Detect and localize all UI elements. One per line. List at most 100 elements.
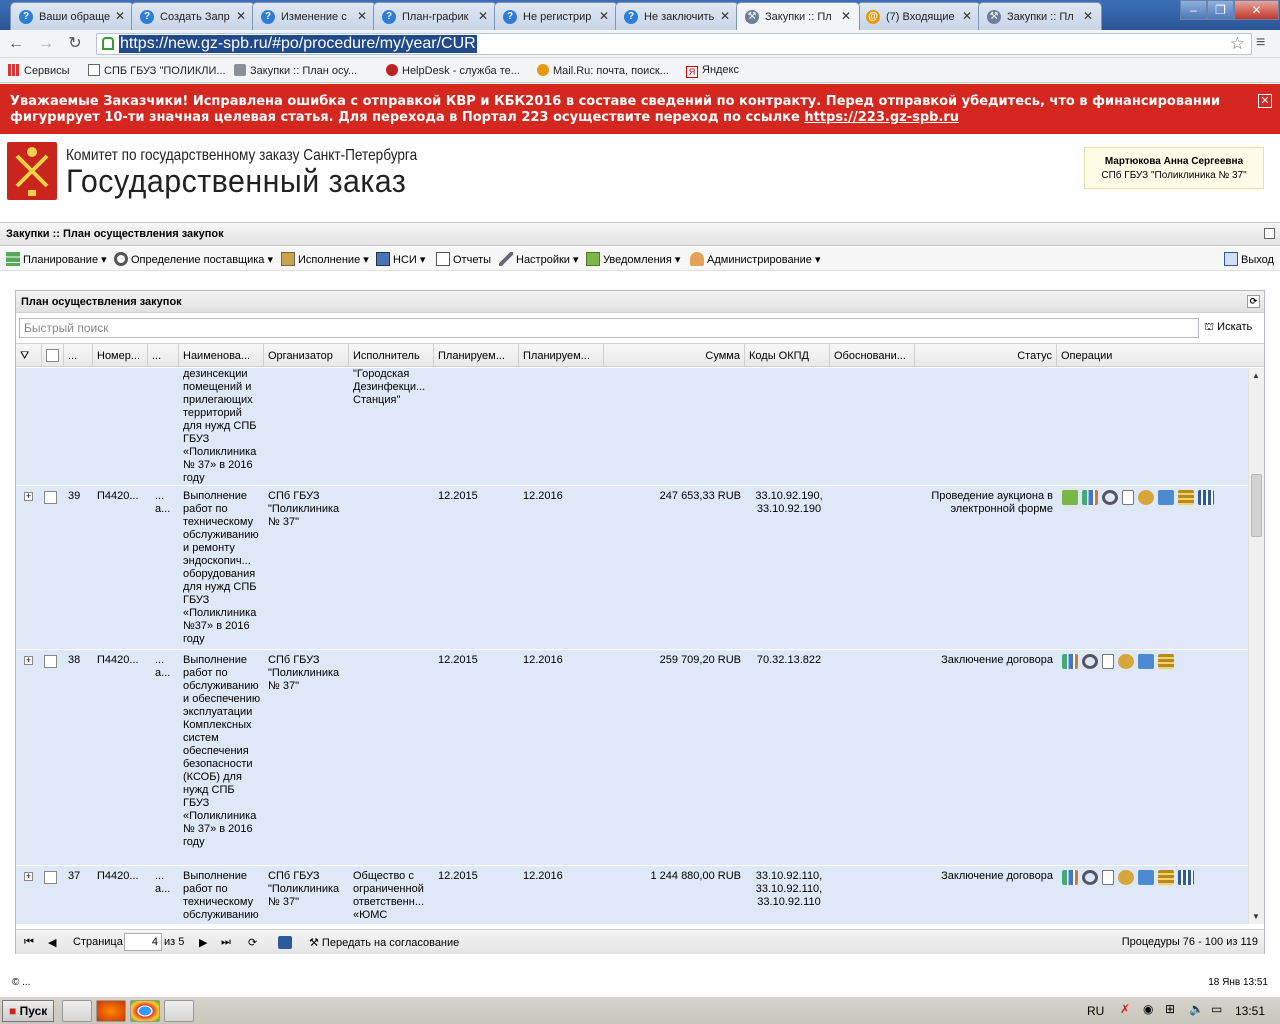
browser-tab[interactable]: ? Ваши обраще ✕	[10, 2, 134, 30]
document-icon[interactable]	[1122, 490, 1134, 505]
menu-nsi[interactable]: НСИ ▾	[376, 252, 425, 266]
close-tab-icon[interactable]: ✕	[357, 9, 367, 23]
close-banner-icon[interactable]: ✕	[1258, 94, 1272, 108]
gear-icon[interactable]	[1082, 654, 1098, 669]
chart-icon[interactable]	[1082, 490, 1098, 505]
save-icon[interactable]	[278, 936, 292, 949]
bookmark-item[interactable]: Я Яндекс	[686, 64, 739, 78]
menu-notifications[interactable]: Уведомления ▾	[586, 252, 680, 266]
column-header[interactable]: Организатор	[264, 344, 349, 367]
column-header[interactable]: Планируем...	[519, 344, 604, 367]
refresh-icon[interactable]: ⟳	[248, 936, 257, 949]
bookmark-item[interactable]: СПБ ГБУЗ "ПОЛИКЛИ...	[88, 64, 226, 77]
expand-row-icon[interactable]: +	[24, 656, 33, 665]
user-info-box[interactable]: Мартюкова Анна Сергеевна СПб ГБУЗ "Полик…	[1084, 147, 1264, 189]
scroll-down-icon[interactable]: ▼	[1252, 912, 1260, 921]
column-header[interactable]: Наименова...	[179, 344, 264, 367]
bookmark-item[interactable]: Закупки :: План осу...	[234, 64, 357, 77]
menu-planning[interactable]: Планирование ▾	[6, 252, 107, 266]
close-tab-icon[interactable]: ✕	[841, 9, 851, 23]
vertical-scrollbar[interactable]: ▲ ▼	[1248, 368, 1264, 924]
antivirus-icon[interactable]: ✗	[1120, 1002, 1130, 1016]
browser-tab[interactable]: ? Создать Запр ✕	[131, 2, 255, 30]
browser-tab-active[interactable]: ⚒ Закупки :: Пл ✕	[736, 2, 860, 30]
firefox-icon[interactable]	[96, 1000, 126, 1022]
column-header[interactable]: ...	[148, 344, 179, 367]
column-header[interactable]: Коды ОКПД	[745, 344, 830, 367]
clock[interactable]: 13:51	[1235, 1004, 1265, 1018]
table-row[interactable]: дезинсекции помещений и прилегающих терр…	[16, 368, 1248, 486]
logout-button[interactable]: Выход	[1224, 252, 1274, 266]
column-header[interactable]: Сумма	[604, 344, 745, 367]
first-page-icon[interactable]: ⏮	[24, 936, 34, 949]
document-icon[interactable]	[1102, 870, 1114, 885]
document-app-icon[interactable]	[164, 1000, 194, 1022]
search-button[interactable]: ⛫ Искать	[1204, 321, 1252, 335]
column-header[interactable]: Статус	[915, 344, 1057, 367]
url-text[interactable]: https://new.gz-spb.ru/#po/procedure/my/y…	[119, 35, 477, 53]
row-checkbox[interactable]	[44, 871, 57, 884]
archive-icon[interactable]	[1158, 870, 1174, 885]
emblem-icon[interactable]	[1138, 490, 1154, 505]
quick-search-input[interactable]: Быстрый поиск	[19, 318, 1199, 338]
close-tab-icon[interactable]: ✕	[1083, 9, 1093, 23]
archive-icon[interactable]	[1178, 490, 1194, 505]
browser-tab[interactable]: ? Не регистрир ✕	[494, 2, 618, 30]
chrome-icon[interactable]	[130, 1000, 160, 1022]
books-icon[interactable]	[1178, 870, 1194, 885]
monitor-icon[interactable]: ▭	[1211, 1002, 1222, 1016]
browser-tab[interactable]: ? Не заключить ✕	[615, 2, 739, 30]
table-row[interactable]: + 37 П4420... ... а... Выполнение работ п…	[16, 866, 1248, 924]
menu-supplier[interactable]: Определение поставщика ▾	[114, 252, 273, 266]
menu-admin[interactable]: Администрирование ▾	[690, 252, 820, 266]
archive-icon[interactable]	[1158, 654, 1174, 669]
books-icon[interactable]	[1198, 490, 1214, 505]
menu-settings[interactable]: Настройки ▾	[499, 252, 579, 266]
select-all-checkbox[interactable]	[46, 349, 59, 362]
collapse-icon[interactable]	[1264, 228, 1275, 239]
address-bar[interactable]: https://new.gz-spb.ru/#po/procedure/my/y…	[96, 33, 1252, 55]
save-doc-icon[interactable]	[1138, 654, 1154, 669]
chart-icon[interactable]	[1062, 870, 1078, 885]
column-header[interactable]: Обосновани...	[830, 344, 915, 367]
expand-row-icon[interactable]: +	[24, 492, 33, 501]
column-header[interactable]: Номер...	[93, 344, 148, 367]
panel-refresh-icon[interactable]: ⟳	[1247, 295, 1260, 308]
row-checkbox[interactable]	[44, 655, 57, 668]
bookmark-item[interactable]: HelpDesk - служба те...	[386, 64, 520, 77]
save-doc-icon[interactable]	[1138, 870, 1154, 885]
minimize-window-button[interactable]: –	[1180, 0, 1207, 20]
table-row[interactable]: + 38 П4420... ... а... Выполнение работ п…	[16, 650, 1248, 866]
row-checkbox[interactable]	[44, 491, 57, 504]
expand-row-icon[interactable]: +	[24, 872, 33, 881]
approve-icon[interactable]	[1062, 490, 1078, 505]
language-indicator[interactable]: RU	[1087, 1004, 1104, 1018]
browser-tab[interactable]: @ (7) Входящие ✕	[857, 2, 981, 30]
close-tab-icon[interactable]: ✕	[478, 9, 488, 23]
close-tab-icon[interactable]: ✕	[962, 9, 972, 23]
column-header[interactable]: Операции	[1057, 344, 1264, 367]
star-icon[interactable]: ☆	[1230, 34, 1245, 54]
browser-tab[interactable]: ? Изменение с ✕	[252, 2, 376, 30]
filter-clear-icon[interactable]: ⛛	[16, 344, 42, 367]
document-icon[interactable]	[1102, 654, 1114, 669]
gear-icon[interactable]	[1102, 490, 1118, 505]
portal-223-link[interactable]: https://223.gz-spb.ru	[804, 110, 959, 125]
close-tab-icon[interactable]: ✕	[115, 9, 125, 23]
menu-execution[interactable]: Исполнение ▾	[281, 252, 369, 266]
submit-approval-button[interactable]: ⚒ Передать на согласование	[309, 936, 459, 949]
bookmark-services[interactable]: Сервисы	[8, 64, 70, 77]
bookmark-item[interactable]: Mail.Ru: почта, поиск...	[537, 64, 669, 77]
menu-reports[interactable]: Отчеты	[436, 252, 491, 266]
table-row[interactable]: + 39 П4420... ... а... Выполнение работ п…	[16, 486, 1248, 650]
emblem-icon[interactable]	[1118, 870, 1134, 885]
browser-tab[interactable]: ? План-график ✕	[373, 2, 497, 30]
reload-icon[interactable]: ↻	[64, 33, 86, 55]
close-tab-icon[interactable]: ✕	[599, 9, 609, 23]
start-button[interactable]: ■ Пуск	[2, 1000, 54, 1022]
close-tab-icon[interactable]: ✕	[720, 9, 730, 23]
save-doc-icon[interactable]	[1158, 490, 1174, 505]
column-header[interactable]: ...	[64, 344, 93, 367]
last-page-icon[interactable]: ⏭	[221, 936, 231, 949]
select-all-checkbox-cell[interactable]	[42, 344, 64, 367]
